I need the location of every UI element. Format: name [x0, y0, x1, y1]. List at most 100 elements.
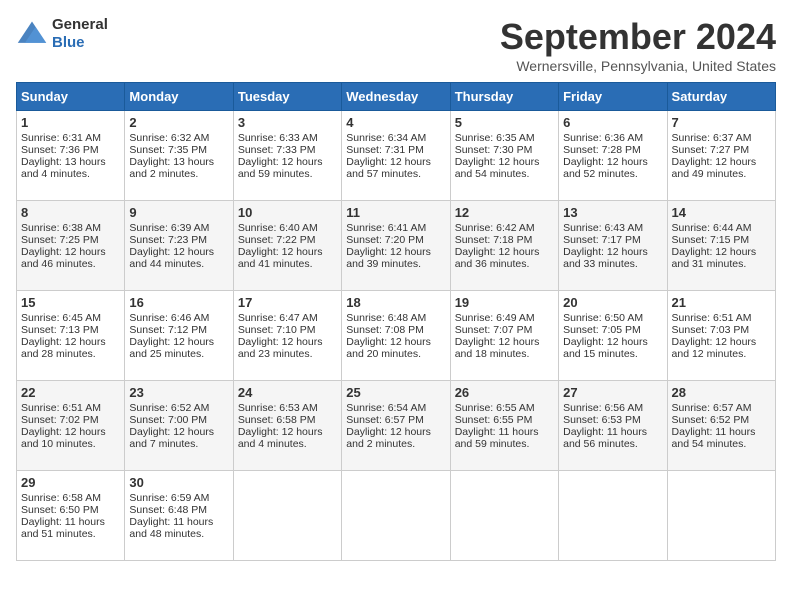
cell-info-line: Daylight: 13 hours: [21, 156, 120, 168]
cell-info-line: Daylight: 12 hours: [346, 336, 445, 348]
cell-info-line: Sunrise: 6:39 AM: [129, 222, 228, 234]
calendar-cell: 3Sunrise: 6:33 AMSunset: 7:33 PMDaylight…: [233, 111, 341, 201]
calendar-cell: [450, 471, 558, 561]
calendar-cell: 9Sunrise: 6:39 AMSunset: 7:23 PMDaylight…: [125, 201, 233, 291]
day-number: 17: [238, 295, 337, 310]
location-text: Wernersville, Pennsylvania, United State…: [500, 58, 776, 74]
cell-info-line: Sunrise: 6:35 AM: [455, 132, 554, 144]
day-number: 4: [346, 115, 445, 130]
cell-info-line: and 28 minutes.: [21, 348, 120, 360]
calendar-cell: 29Sunrise: 6:58 AMSunset: 6:50 PMDayligh…: [17, 471, 125, 561]
day-number: 26: [455, 385, 554, 400]
calendar-table: SundayMondayTuesdayWednesdayThursdayFrid…: [16, 82, 776, 561]
calendar-cell: [667, 471, 775, 561]
cell-info-line: Sunset: 6:57 PM: [346, 414, 445, 426]
cell-info-line: and 54 minutes.: [672, 438, 771, 450]
header-friday: Friday: [559, 83, 667, 111]
header-tuesday: Tuesday: [233, 83, 341, 111]
calendar-cell: [342, 471, 450, 561]
logo: General Blue: [16, 16, 108, 52]
cell-info-line: and 10 minutes.: [21, 438, 120, 450]
day-number: 18: [346, 295, 445, 310]
cell-info-line: Daylight: 12 hours: [129, 426, 228, 438]
cell-info-line: Sunrise: 6:40 AM: [238, 222, 337, 234]
day-number: 13: [563, 205, 662, 220]
cell-info-line: Daylight: 12 hours: [455, 156, 554, 168]
day-number: 3: [238, 115, 337, 130]
cell-info-line: Daylight: 12 hours: [238, 336, 337, 348]
cell-info-line: and 33 minutes.: [563, 258, 662, 270]
calendar-cell: [233, 471, 341, 561]
cell-info-line: Sunrise: 6:45 AM: [21, 312, 120, 324]
cell-info-line: Sunset: 7:25 PM: [21, 234, 120, 246]
logo-icon: [16, 18, 48, 50]
cell-info-line: Daylight: 11 hours: [129, 516, 228, 528]
cell-info-line: Daylight: 12 hours: [346, 246, 445, 258]
cell-info-line: Daylight: 12 hours: [563, 156, 662, 168]
cell-info-line: Sunset: 7:28 PM: [563, 144, 662, 156]
cell-info-line: Daylight: 12 hours: [21, 426, 120, 438]
calendar-cell: 20Sunrise: 6:50 AMSunset: 7:05 PMDayligh…: [559, 291, 667, 381]
day-number: 1: [21, 115, 120, 130]
cell-info-line: Sunset: 6:48 PM: [129, 504, 228, 516]
cell-info-line: Sunrise: 6:51 AM: [672, 312, 771, 324]
calendar-cell: 18Sunrise: 6:48 AMSunset: 7:08 PMDayligh…: [342, 291, 450, 381]
calendar-cell: 15Sunrise: 6:45 AMSunset: 7:13 PMDayligh…: [17, 291, 125, 381]
header-thursday: Thursday: [450, 83, 558, 111]
cell-info-line: Sunset: 7:18 PM: [455, 234, 554, 246]
cell-info-line: Daylight: 12 hours: [672, 156, 771, 168]
cell-info-line: and 25 minutes.: [129, 348, 228, 360]
cell-info-line: Sunrise: 6:34 AM: [346, 132, 445, 144]
cell-info-line: and 4 minutes.: [21, 168, 120, 180]
day-number: 9: [129, 205, 228, 220]
week-row-5: 29Sunrise: 6:58 AMSunset: 6:50 PMDayligh…: [17, 471, 776, 561]
week-row-1: 1Sunrise: 6:31 AMSunset: 7:36 PMDaylight…: [17, 111, 776, 201]
cell-info-line: Sunrise: 6:59 AM: [129, 492, 228, 504]
cell-info-line: Sunrise: 6:31 AM: [21, 132, 120, 144]
cell-info-line: Sunrise: 6:53 AM: [238, 402, 337, 414]
header-sunday: Sunday: [17, 83, 125, 111]
calendar-cell: 28Sunrise: 6:57 AMSunset: 6:52 PMDayligh…: [667, 381, 775, 471]
cell-info-line: and 41 minutes.: [238, 258, 337, 270]
day-number: 5: [455, 115, 554, 130]
calendar-cell: 26Sunrise: 6:55 AMSunset: 6:55 PMDayligh…: [450, 381, 558, 471]
day-number: 24: [238, 385, 337, 400]
cell-info-line: Sunset: 7:07 PM: [455, 324, 554, 336]
cell-info-line: Daylight: 12 hours: [563, 246, 662, 258]
week-row-3: 15Sunrise: 6:45 AMSunset: 7:13 PMDayligh…: [17, 291, 776, 381]
calendar-cell: 12Sunrise: 6:42 AMSunset: 7:18 PMDayligh…: [450, 201, 558, 291]
calendar-cell: 19Sunrise: 6:49 AMSunset: 7:07 PMDayligh…: [450, 291, 558, 381]
cell-info-line: Sunset: 7:10 PM: [238, 324, 337, 336]
cell-info-line: Sunrise: 6:54 AM: [346, 402, 445, 414]
calendar-cell: 21Sunrise: 6:51 AMSunset: 7:03 PMDayligh…: [667, 291, 775, 381]
cell-info-line: Sunrise: 6:42 AM: [455, 222, 554, 234]
cell-info-line: Sunset: 7:13 PM: [21, 324, 120, 336]
page-header: General Blue September 2024 Wernersville…: [16, 16, 776, 74]
calendar-cell: 2Sunrise: 6:32 AMSunset: 7:35 PMDaylight…: [125, 111, 233, 201]
cell-info-line: and 4 minutes.: [238, 438, 337, 450]
calendar-cell: 10Sunrise: 6:40 AMSunset: 7:22 PMDayligh…: [233, 201, 341, 291]
calendar-header-row: SundayMondayTuesdayWednesdayThursdayFrid…: [17, 83, 776, 111]
cell-info-line: and 2 minutes.: [129, 168, 228, 180]
cell-info-line: Sunset: 7:35 PM: [129, 144, 228, 156]
cell-info-line: Sunset: 7:27 PM: [672, 144, 771, 156]
cell-info-line: Sunrise: 6:41 AM: [346, 222, 445, 234]
cell-info-line: Sunset: 6:53 PM: [563, 414, 662, 426]
calendar-cell: 4Sunrise: 6:34 AMSunset: 7:31 PMDaylight…: [342, 111, 450, 201]
calendar-cell: 14Sunrise: 6:44 AMSunset: 7:15 PMDayligh…: [667, 201, 775, 291]
header-wednesday: Wednesday: [342, 83, 450, 111]
cell-info-line: and 52 minutes.: [563, 168, 662, 180]
day-number: 21: [672, 295, 771, 310]
calendar-cell: 7Sunrise: 6:37 AMSunset: 7:27 PMDaylight…: [667, 111, 775, 201]
logo-text: General Blue: [52, 16, 108, 52]
cell-info-line: Daylight: 12 hours: [21, 336, 120, 348]
cell-info-line: Sunset: 6:58 PM: [238, 414, 337, 426]
cell-info-line: Daylight: 12 hours: [238, 246, 337, 258]
cell-info-line: Sunrise: 6:55 AM: [455, 402, 554, 414]
cell-info-line: and 39 minutes.: [346, 258, 445, 270]
day-number: 11: [346, 205, 445, 220]
cell-info-line: Sunset: 7:31 PM: [346, 144, 445, 156]
cell-info-line: and 31 minutes.: [672, 258, 771, 270]
calendar-cell: 24Sunrise: 6:53 AMSunset: 6:58 PMDayligh…: [233, 381, 341, 471]
day-number: 28: [672, 385, 771, 400]
